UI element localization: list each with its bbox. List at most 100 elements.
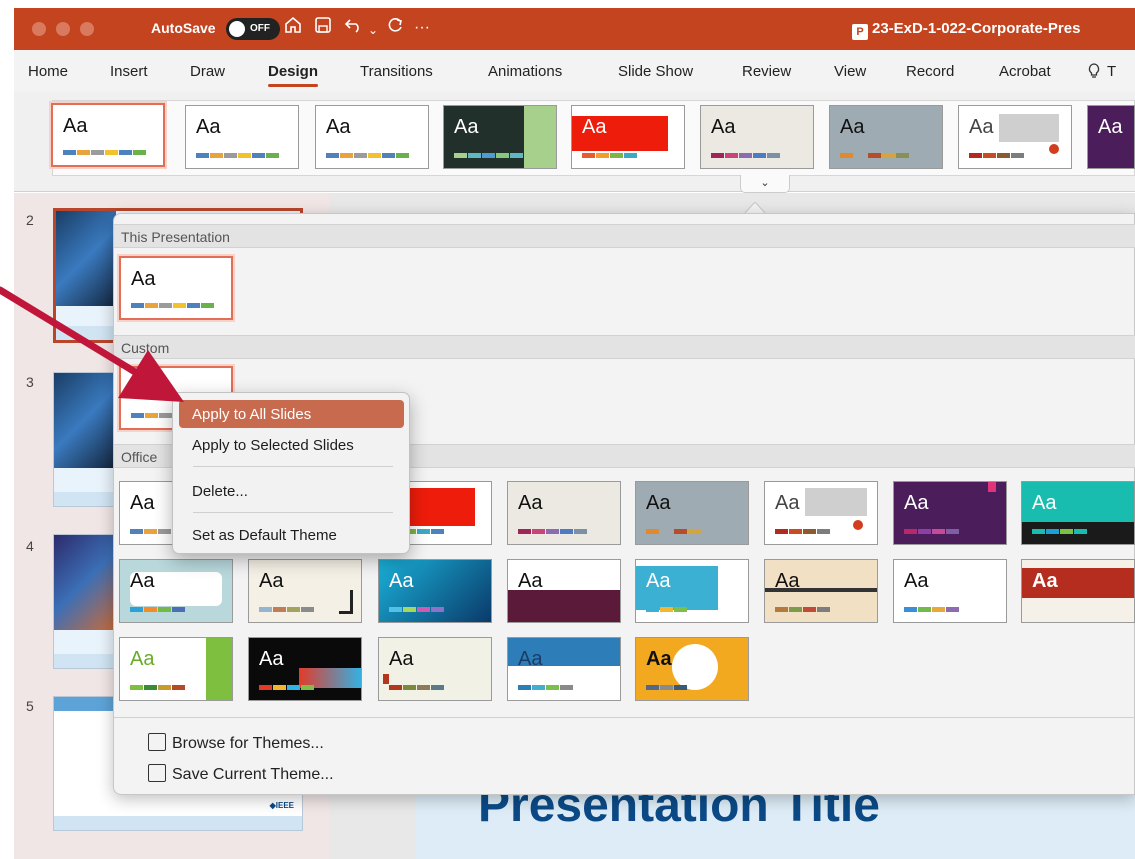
save-current-theme[interactable]: Save Current Theme... [148,764,334,784]
office-theme[interactable]: Aa [119,637,233,701]
slide-image [56,211,116,306]
theme-decoration [805,488,867,516]
home-icon[interactable] [284,16,302,40]
office-theme[interactable]: Aa [893,559,1007,623]
office-theme[interactable]: Aa [507,481,621,545]
undo-icon[interactable] [344,16,364,40]
ribbon-theme-8[interactable]: Aa [958,105,1072,169]
theme-color-bars [646,529,701,534]
slide-footer [54,816,302,830]
office-theme[interactable]: Aa [635,559,749,623]
apply-to-selected-slides[interactable]: Apply to Selected Slides [179,431,404,459]
tab-review[interactable]: Review [742,63,791,80]
maximize-window-icon[interactable] [80,22,94,36]
theme-color-bars [711,153,780,158]
ribbon-theme-current[interactable]: Aa [51,103,165,167]
theme-color-bars [454,153,523,158]
office-theme[interactable]: Aa [635,637,749,701]
office-theme[interactable]: Aa [893,481,1007,545]
tab-slide-show[interactable]: Slide Show [618,63,693,80]
theme-sample-text: Aa [646,570,671,592]
office-theme[interactable]: Aa [378,559,492,623]
theme-decoration [206,638,232,700]
autosave-toggle[interactable]: OFF [226,18,280,40]
theme-sample-text: Aa [131,268,156,290]
office-theme[interactable]: Aa [1021,559,1135,623]
apply-to-all-slides[interactable]: Apply to All Slides [179,400,404,428]
theme-color-bars [130,685,185,690]
this-presentation-theme[interactable]: Aa [119,256,233,320]
office-theme[interactable]: Aa [248,559,362,623]
minimize-window-icon[interactable] [56,22,70,36]
delete-theme[interactable]: Delete... [179,477,404,505]
undo-dropdown-icon[interactable]: ⌄ [368,18,378,42]
ribbon-theme-5[interactable]: Aa [571,105,685,169]
theme-decoration [339,590,353,614]
save-icon[interactable] [314,16,332,40]
theme-sample-text: Aa [131,378,156,400]
tab-transitions[interactable]: Transitions [360,63,433,80]
theme-sample-text: Aa [775,492,800,514]
slide-image [54,535,114,630]
menu-separator [193,512,393,513]
theme-sample-text: Aa [969,116,994,138]
theme-sample-text: Aa [130,492,155,514]
theme-color-bars [196,153,279,158]
close-window-icon[interactable] [32,22,46,36]
ribbon-theme-4[interactable]: Aa [443,105,557,169]
browse-for-themes[interactable]: Browse for Themes... [148,733,324,753]
slide-number: 5 [26,698,34,714]
theme-sample-text: Aa [646,648,672,670]
office-theme[interactable]: Aa [248,637,362,701]
tab-draw[interactable]: Draw [190,63,225,80]
office-theme[interactable]: Aa [764,559,878,623]
theme-color-bars [969,153,1024,158]
tell-me-icon[interactable] [1088,63,1100,82]
tab-animations[interactable]: Animations [488,63,562,80]
slide-number: 3 [26,374,34,390]
theme-decoration [383,674,389,684]
office-theme[interactable]: Aa [507,559,621,623]
ribbon-theme-7[interactable]: Aa [829,105,943,169]
ribbon-theme-6[interactable]: Aa [700,105,814,169]
browse-themes-label: Browse for Themes... [172,735,324,752]
theme-color-bars [582,153,637,158]
set-as-default-theme[interactable]: Set as Default Theme [179,521,404,549]
redo-icon[interactable] [386,16,404,40]
more-icon[interactable]: ··· [414,16,430,40]
tab-design[interactable]: Design [268,63,319,87]
office-theme[interactable]: Aa [764,481,878,545]
office-theme[interactable]: Aa [507,637,621,701]
theme-sample-text: Aa [711,116,736,138]
ribbon-theme-2[interactable]: Aa [185,105,299,169]
tab-view[interactable]: View [834,63,866,80]
theme-color-bars [646,607,687,612]
tab-insert[interactable]: Insert [110,63,148,80]
tab-tell-me[interactable]: T [1107,63,1116,80]
theme-decoration [1049,144,1059,154]
save-theme-label: Save Current Theme... [172,766,334,783]
theme-decoration [672,644,718,690]
ribbon-theme-3[interactable]: Aa [315,105,429,169]
tab-record[interactable]: Record [906,63,954,80]
office-theme[interactable]: Aa [119,559,233,623]
ribbon-theme-9[interactable]: Aa [1087,105,1135,169]
office-theme[interactable]: Aa [378,637,492,701]
office-theme[interactable]: Aa [635,481,749,545]
tab-home[interactable]: Home [28,63,68,80]
office-theme[interactable]: Aa [1021,481,1135,545]
slide-number: 4 [26,538,34,554]
browse-themes-icon [148,733,166,751]
tab-acrobat[interactable]: Acrobat [999,63,1051,80]
section-custom: Custom [114,335,1135,359]
theme-sample-text: Aa [259,570,284,592]
theme-color-bars [389,607,444,612]
theme-decoration [853,520,863,530]
theme-color-bars [775,607,830,612]
document-title: P 23-ExD-1-022-Corporate-Pres [852,20,1080,40]
document-title-text: 23-ExD-1-022-Corporate-Pres [872,20,1081,37]
theme-decoration [988,482,996,492]
ieee-logo: ◆IEEE [269,801,294,810]
expand-themes-button[interactable]: ⌄ [740,175,790,193]
slide-number: 2 [26,212,34,228]
